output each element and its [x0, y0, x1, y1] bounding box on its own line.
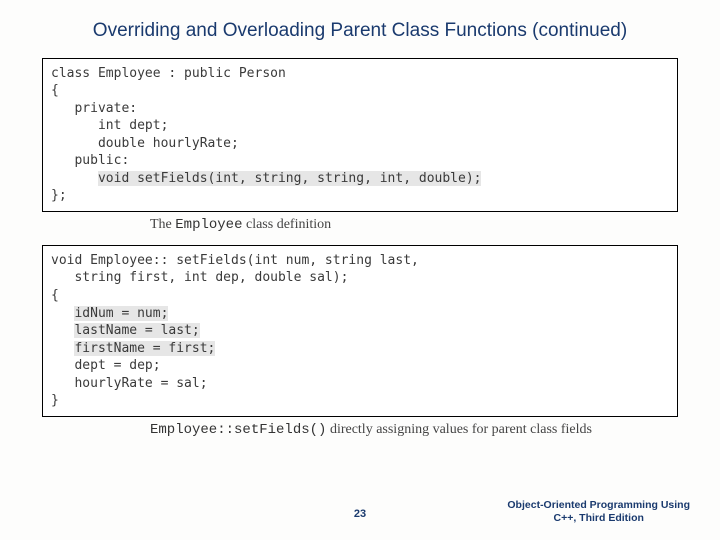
highlight: idNum = num; [74, 306, 168, 321]
caption-class-definition: The Employee class definition [150, 216, 678, 235]
slide-title: Overriding and Overloading Parent Class … [0, 0, 720, 52]
caption-setfields: Employee::setFields() directly assigning… [150, 421, 678, 440]
code-line: private: [51, 100, 669, 118]
code-line: }; [51, 187, 669, 205]
code-line: public: [51, 152, 669, 170]
book-reference: Object-Oriented Programming UsingC++, Th… [507, 499, 690, 526]
highlight: lastName = last; [74, 323, 199, 338]
code-line: { [51, 82, 669, 100]
highlight: firstName = first; [74, 341, 215, 356]
code-line: void setFields(int, string, string, int,… [51, 170, 669, 188]
code-line: int dept; [51, 117, 669, 135]
code-line: { [51, 287, 669, 305]
caption-mono: Employee [175, 217, 242, 233]
code-line: double hourlyRate; [51, 135, 669, 153]
code-line: dept = dep; [51, 357, 669, 375]
code-line: class Employee : public Person [51, 65, 669, 83]
code-line: } [51, 392, 669, 410]
code-box-class-definition: class Employee : public Person { private… [42, 58, 678, 212]
code-line: hourlyRate = sal; [51, 375, 669, 393]
code-line: idNum = num; [51, 305, 669, 323]
code-line: firstName = first; [51, 340, 669, 358]
code-line: lastName = last; [51, 322, 669, 340]
page-number: 23 [354, 508, 366, 520]
code-line: void Employee:: setFields(int num, strin… [51, 252, 669, 270]
caption-mono: Employee::setFields() [150, 422, 326, 438]
highlight: void setFields(int, string, string, int,… [98, 171, 482, 186]
code-box-setfields-impl: void Employee:: setFields(int num, strin… [42, 245, 678, 417]
code-line: string first, int dep, double sal); [51, 269, 669, 287]
